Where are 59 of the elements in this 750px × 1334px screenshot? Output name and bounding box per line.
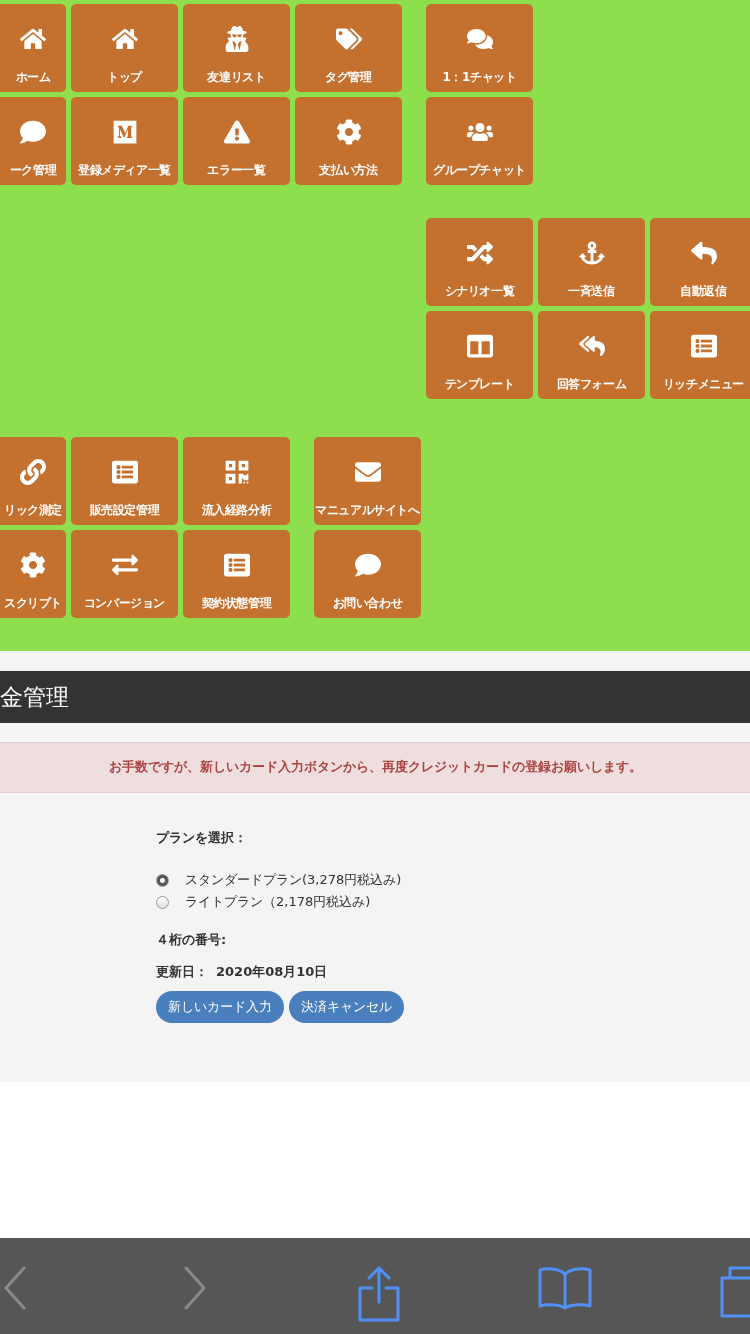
m-logo-icon	[111, 119, 138, 145]
section-title: 金管理	[0, 682, 69, 712]
updated-date: 2020年08月10日	[216, 963, 328, 981]
menu-tile[interactable]: コンバージョン	[71, 530, 178, 618]
list-icon	[690, 333, 717, 359]
menu-tile[interactable]: 支払い方法	[295, 97, 402, 185]
qr-code-icon	[223, 459, 250, 485]
speech-bubble-icon	[354, 552, 381, 578]
exchange-arrows-icon	[111, 552, 138, 578]
menu-tile[interactable]: 回答フォーム	[538, 311, 645, 399]
list-icon	[223, 552, 250, 578]
menu-tile[interactable]: 登録メディア一覧	[71, 97, 178, 185]
menu-tile[interactable]: シナリオ一覧	[426, 218, 533, 306]
menu-tile[interactable]: テンプレート	[426, 311, 533, 399]
radio-button[interactable]	[156, 873, 169, 887]
card-digits-label: ４桁の番号:	[156, 931, 227, 949]
house-icon	[20, 26, 46, 52]
menu-tile[interactable]: ーク管理	[0, 97, 66, 185]
menu-tile[interactable]: グループチャット	[426, 97, 533, 185]
plan-option-label: スタンダードプラン(3,278円税込み)	[185, 871, 402, 889]
menu-tile[interactable]: 1：1チャット	[426, 4, 533, 92]
link-icon	[20, 459, 46, 485]
menu-tile[interactable]: 販売設定管理	[71, 437, 178, 525]
envelope-icon	[354, 459, 381, 485]
menu-tile[interactable]: エラー一覧	[183, 97, 290, 185]
menu-tile[interactable]: 契約状態管理	[183, 530, 290, 618]
warning-icon	[223, 119, 250, 145]
menu-tile[interactable]: リッチメニュー	[650, 311, 750, 399]
menu-tile[interactable]: タグ管理	[295, 4, 402, 92]
shuffle-icon	[466, 240, 493, 266]
speech-bubbles-icon	[466, 26, 493, 52]
plan-label: プランを選択：	[156, 829, 248, 847]
action-button[interactable]: 決済キャンセル	[289, 991, 404, 1023]
speech-bubble-icon	[20, 119, 46, 145]
house-icon	[111, 26, 138, 52]
menu-tile[interactable]: お問い合わせ	[314, 530, 421, 618]
action-button[interactable]: 新しいカード入力	[156, 991, 284, 1023]
settings-icon	[20, 552, 46, 578]
list-icon	[111, 459, 138, 485]
columns-icon	[466, 333, 493, 359]
menu-tile[interactable]: スクリプト	[0, 530, 66, 618]
menu-tile[interactable]: マニュアルサイトへ	[314, 437, 421, 525]
reply-arrow-icon	[690, 240, 717, 266]
plan-option-label: ライトプラン（2,178円税込み)	[185, 893, 371, 911]
menu-tile[interactable]: リック測定	[0, 437, 66, 525]
tags-icon	[335, 26, 362, 52]
radio-button[interactable]	[156, 895, 169, 909]
spy-icon	[223, 26, 250, 52]
menu-tile[interactable]: 流入経路分析	[183, 437, 290, 525]
alert-text: お手数ですが、新しいカード入力ボタンから、再度クレジットカードの登録お願いします。	[108, 759, 642, 776]
menu-tile[interactable]: 自動返信	[650, 218, 750, 306]
anchor-icon	[578, 240, 605, 266]
menu-tile[interactable]: ホーム	[0, 4, 66, 92]
menu-tile[interactable]: 一斉送信	[538, 218, 645, 306]
menu-tile[interactable]: トップ	[71, 4, 178, 92]
menu-tile[interactable]: 友達リスト	[183, 4, 290, 92]
settings-icon	[335, 119, 362, 145]
updated-label: 更新日：	[156, 963, 208, 981]
reply-all-icon	[578, 333, 605, 359]
